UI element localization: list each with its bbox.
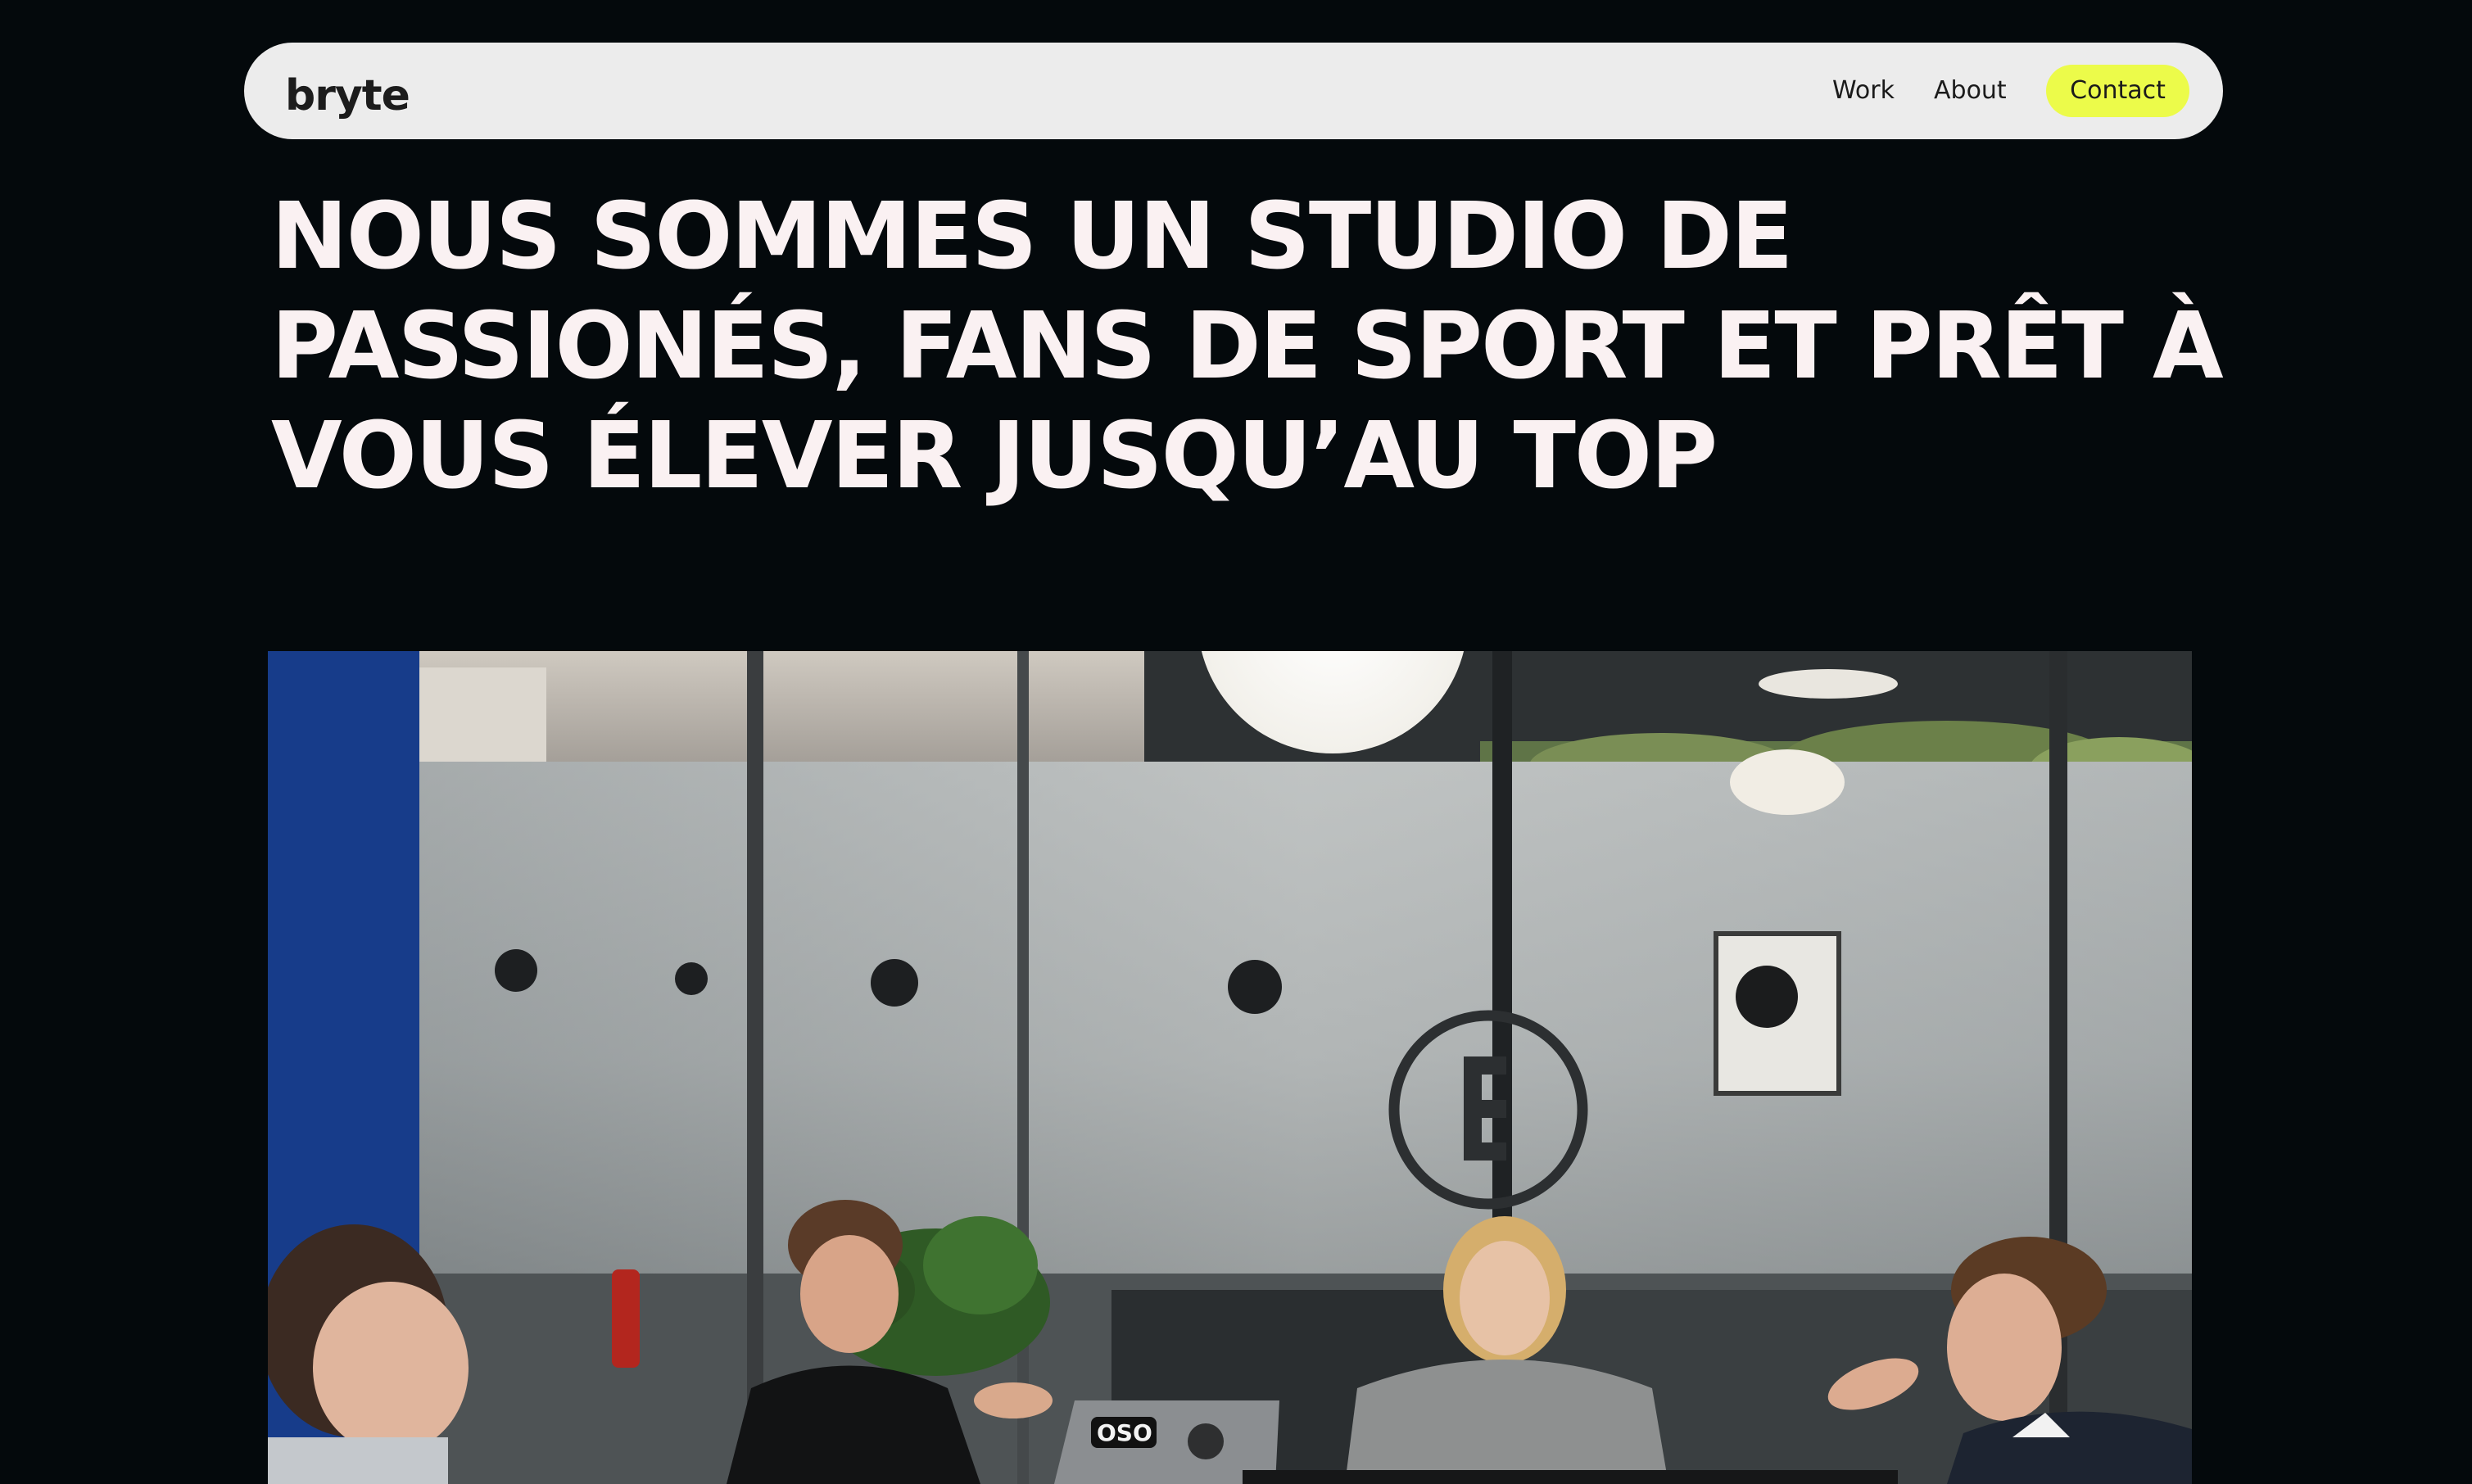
nav-link-about[interactable]: About xyxy=(1934,43,2007,139)
contact-button[interactable]: Contact xyxy=(2046,65,2189,117)
hero-title-line-3: VOUS ÉLEVER JUSQU’AU TOP xyxy=(271,403,1718,509)
hero-title-line-1: NOUS SOMMES UN STUDIO DE xyxy=(271,183,1794,290)
hero-title: NOUS SOMMES UN STUDIO DE PASSIONÉS, FANS… xyxy=(271,182,2224,511)
page: bryte Work About Contact NOUS SOMMES UN … xyxy=(0,0,2472,1484)
hero-title-line-2: PASSIONÉS, FANS DE SPORT ET PRÊT À xyxy=(271,293,2224,400)
nav-link-work[interactable]: Work xyxy=(1832,43,1895,139)
svg-text:bryte: bryte xyxy=(285,71,410,120)
team-meeting-photo: OSO xyxy=(268,651,2192,1484)
bryte-logo[interactable]: bryte xyxy=(285,61,432,120)
svg-text:OSO: OSO xyxy=(1097,1419,1152,1446)
top-navbar: bryte Work About Contact xyxy=(244,43,2223,139)
